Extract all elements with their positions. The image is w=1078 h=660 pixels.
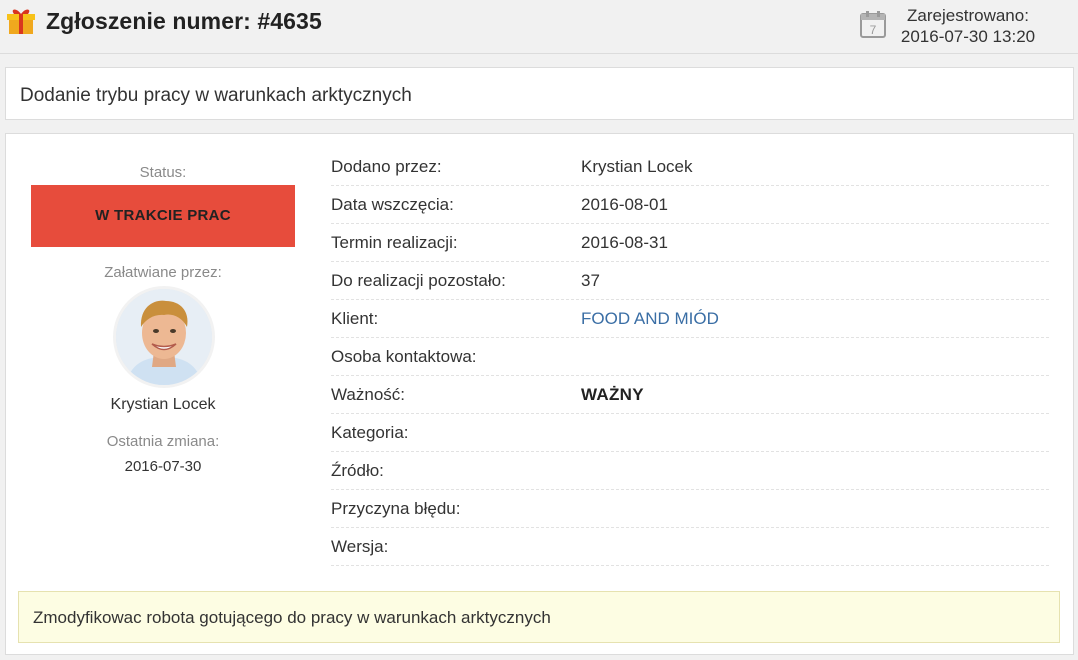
description-text: Zmodyfikowac robota gotującego do pracy … [33, 608, 551, 627]
field-label: Ważność: [331, 385, 406, 404]
gift-icon [7, 9, 35, 34]
field-label: Dodano przez: [331, 157, 442, 176]
client-link[interactable]: FOOD AND MIÓD [581, 300, 719, 338]
registered-label: Zarejestrowano: [907, 6, 1029, 25]
field-label: Kategoria: [331, 423, 409, 442]
ticket-header: Zgłoszenie numer: #4635 7 Zarejestrowano… [0, 0, 1078, 54]
field-label: Przyczyna błędu: [331, 499, 461, 518]
ticket-fields-table: Dodano przez: Krystian Locek Data wszczę… [331, 148, 1049, 566]
priority-value: WAŻNY [581, 385, 644, 404]
details-panel: Status: W TRAKCIE PRAC Załatwiane przez:… [5, 133, 1074, 655]
field-row-version: Wersja: [331, 528, 1049, 566]
field-label: Klient: [331, 309, 379, 328]
field-row-error-cause: Przyczyna błędu: [331, 490, 1049, 528]
field-value: 2016-08-01 [581, 195, 668, 214]
status-label: Status: [139, 164, 187, 181]
handler-name: Krystian Locek [110, 396, 216, 413]
field-label: Wersja: [331, 537, 389, 556]
field-label: Data wszczęcia: [331, 195, 454, 214]
field-row-category: Kategoria: [331, 414, 1049, 452]
field-label: Termin realizacji: [331, 233, 458, 252]
field-value: 2016-08-31 [581, 233, 668, 252]
field-row-contact: Osoba kontaktowa: [331, 338, 1049, 376]
field-row-client: Klient: FOOD AND MIÓD [331, 300, 1049, 338]
subject-panel: Dodanie trybu pracy w warunkach arktyczn… [5, 67, 1074, 120]
avatar-photo [116, 289, 212, 385]
ticket-subject: Dodanie trybu pracy w warunkach arktyczn… [20, 85, 412, 106]
field-label: Osoba kontaktowa: [331, 347, 477, 366]
handler-label: Załatwiane przez: [104, 264, 222, 281]
field-row-priority: Ważność: WAŻNY [331, 376, 1049, 414]
calendar-icon: 7 [860, 11, 886, 38]
field-row-remaining: Do realizacji pozostało: 37 [331, 262, 1049, 300]
status-badge[interactable]: W TRAKCIE PRAC [31, 185, 295, 247]
registered-value: 2016-07-30 13:20 [900, 27, 1036, 46]
field-label: Źródło: [331, 461, 384, 480]
calendar-day: 7 [870, 23, 877, 37]
field-row-start-date: Data wszczęcia: 2016-08-01 [331, 186, 1049, 224]
avatar[interactable] [113, 286, 215, 388]
last-change-label: Ostatnia zmiana: [106, 433, 220, 450]
field-row-added-by: Dodano przez: Krystian Locek [331, 148, 1049, 186]
field-label: Do realizacji pozostało: [331, 271, 506, 290]
field-row-source: Źródło: [331, 452, 1049, 490]
field-value: 37 [581, 271, 600, 290]
registered-info: Zarejestrowano: 2016-07-30 13:20 [896, 5, 1040, 47]
ticket-description: Zmodyfikowac robota gotującego do pracy … [18, 591, 1060, 643]
last-change-value: 2016-07-30 [124, 458, 202, 475]
field-row-deadline: Termin realizacji: 2016-08-31 [331, 224, 1049, 262]
field-value: Krystian Locek [581, 157, 693, 176]
page-title: Zgłoszenie numer: #4635 [46, 8, 322, 34]
